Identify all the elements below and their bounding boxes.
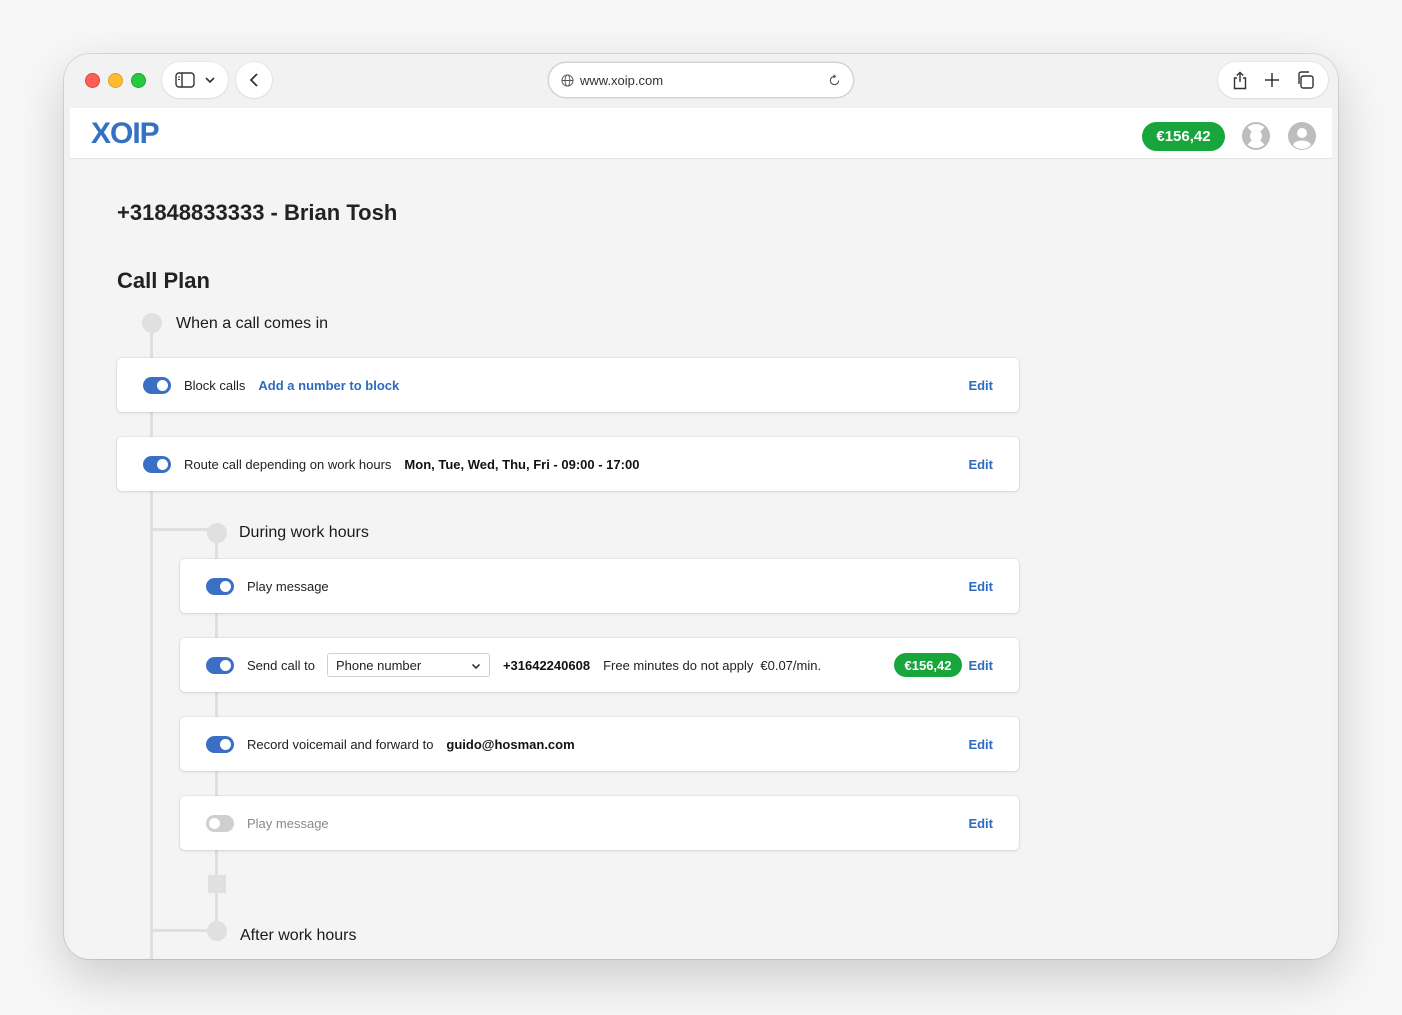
chevron-down-icon[interactable] <box>204 76 216 84</box>
minimize-window-button[interactable] <box>108 73 123 88</box>
url-text: www.xoip.com <box>580 72 664 88</box>
new-tab-icon[interactable] <box>1264 72 1280 88</box>
browser-toolbar: www.xoip.com <box>64 54 1338 106</box>
send-call-card: Send call to Phone number +31642240608 F… <box>180 638 1019 692</box>
flow-node-after-hours <box>207 921 227 941</box>
sidebar-icon <box>174 72 195 88</box>
block-calls-card: Block calls Add a number to block Edit <box>117 358 1019 412</box>
send-call-edit-link[interactable]: Edit <box>968 658 993 673</box>
back-button[interactable] <box>236 62 272 98</box>
send-call-label: Send call to <box>247 657 315 673</box>
flow-node-start <box>142 313 162 333</box>
sidebar-toggle-button[interactable] <box>162 62 228 98</box>
app-viewport: XOIP €156,42 +31848833333 - Brian Tosh C… <box>70 108 1332 959</box>
after-hours-label: After work hours <box>240 927 357 944</box>
play-message-disabled-edit-link[interactable]: Edit <box>968 816 993 831</box>
block-calls-edit-link[interactable]: Edit <box>968 378 993 393</box>
play-message-toggle[interactable] <box>206 577 234 595</box>
user-avatar-icon[interactable] <box>1287 121 1317 151</box>
voicemail-edit-link[interactable]: Edit <box>968 737 993 752</box>
chevron-down-icon <box>471 658 481 673</box>
play-message-disabled-toggle[interactable] <box>206 814 234 832</box>
chevron-left-icon <box>249 72 259 88</box>
destination-type-value: Phone number <box>335 657 422 673</box>
destination-number: +31642240608 <box>502 657 591 673</box>
reload-icon[interactable] <box>828 73 841 87</box>
tab-overview-icon[interactable] <box>1296 71 1314 89</box>
flow-line-main <box>150 330 153 959</box>
xoip-logo[interactable]: XOIP <box>91 114 160 154</box>
block-calls-label: Block calls <box>184 377 246 393</box>
page-title: +31848833333 - Brian Tosh <box>117 200 398 225</box>
section-title: Call Plan <box>117 268 210 293</box>
send-call-toggle[interactable] <box>206 656 234 674</box>
route-hours-label: Route call depending on work hours <box>184 456 392 472</box>
voicemail-card: Record voicemail and forward to guido@ho… <box>180 717 1019 771</box>
play-message-disabled-label: Play message <box>247 815 329 831</box>
globe-icon <box>561 73 574 87</box>
voicemail-email: guido@hosman.com <box>446 736 575 752</box>
play-message-disabled-card: Play message Edit <box>180 796 1019 850</box>
voicemail-label: Record voicemail and forward to <box>247 736 434 752</box>
balance-badge[interactable]: €156,42 <box>1142 122 1225 151</box>
flow-node-during-hours <box>207 523 227 543</box>
play-message-edit-link[interactable]: Edit <box>968 579 993 594</box>
play-message-card: Play message Edit <box>180 559 1019 613</box>
destination-type-select[interactable]: Phone number <box>326 653 490 677</box>
trigger-label: When a call comes in <box>176 315 329 332</box>
close-window-button[interactable] <box>85 73 100 88</box>
fee-note: Free minutes do not apply <box>603 657 754 673</box>
block-calls-toggle[interactable] <box>143 376 171 394</box>
share-icon[interactable] <box>1232 71 1248 90</box>
support-lifebuoy-icon[interactable] <box>1241 121 1271 151</box>
work-hours-schedule: Mon, Tue, Wed, Thu, Fri - 09:00 - 17:00 <box>404 456 640 472</box>
toolbar-actions <box>1218 62 1328 98</box>
add-number-to-block-link[interactable]: Add a number to block <box>258 378 399 393</box>
route-hours-card: Route call depending on work hours Mon, … <box>117 437 1019 491</box>
address-bar[interactable]: www.xoip.com <box>549 63 853 97</box>
during-hours-label: During work hours <box>239 524 369 541</box>
zoom-window-button[interactable] <box>131 73 146 88</box>
voicemail-toggle[interactable] <box>206 735 234 753</box>
route-hours-toggle[interactable] <box>143 455 171 473</box>
route-hours-edit-link[interactable]: Edit <box>968 457 993 472</box>
browser-window: www.xoip.com XOIP €156,42 +31848833333 -… <box>64 54 1338 959</box>
flow-end-square <box>208 875 226 893</box>
app-header: XOIP €156,42 <box>70 108 1332 159</box>
play-message-label: Play message <box>247 578 329 594</box>
call-rate: €0.07/min. <box>760 657 822 673</box>
send-call-balance-badge: €156,42 <box>894 653 962 677</box>
